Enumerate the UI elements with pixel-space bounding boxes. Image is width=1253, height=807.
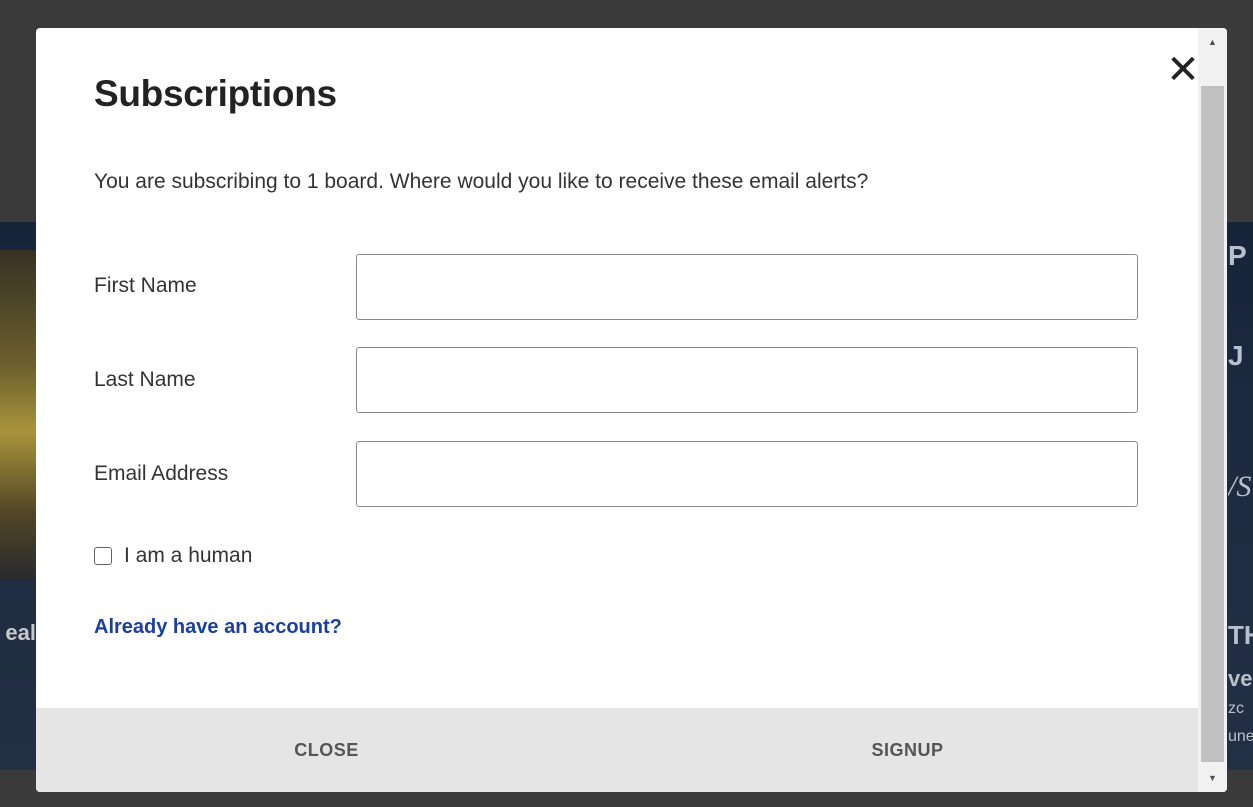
first-name-label: First Name bbox=[94, 274, 197, 297]
modal-title: Subscriptions bbox=[94, 73, 337, 114]
email-field[interactable] bbox=[356, 441, 1138, 507]
modal-footer: CLOSE SIGNUP bbox=[36, 708, 1198, 792]
background-text-fragment: eal bbox=[5, 620, 36, 645]
background-text-fragment: TH bbox=[1228, 620, 1253, 650]
background-text-fragment: P bbox=[1228, 240, 1247, 271]
background-text-fragment: J bbox=[1228, 340, 1244, 371]
already-have-account-link[interactable]: Already have an account? bbox=[94, 616, 342, 639]
subscriptions-modal: Subscriptions ✕ You are subscribing to 1… bbox=[36, 28, 1227, 792]
first-name-field[interactable] bbox=[356, 254, 1138, 320]
modal-scrollbar[interactable]: ▲ ▼ bbox=[1198, 28, 1227, 792]
modal-body: Subscriptions ✕ You are subscribing to 1… bbox=[36, 28, 1200, 792]
close-button[interactable]: CLOSE bbox=[36, 708, 617, 792]
background-text-fragment: zc bbox=[1228, 700, 1244, 717]
close-icon[interactable]: ✕ bbox=[1166, 50, 1200, 90]
scroll-down-icon[interactable]: ▼ bbox=[1198, 764, 1227, 792]
last-name-field[interactable] bbox=[356, 347, 1138, 413]
scrollbar-thumb[interactable] bbox=[1201, 86, 1224, 762]
human-checkbox[interactable] bbox=[94, 547, 112, 565]
signup-button[interactable]: SIGNUP bbox=[617, 708, 1198, 792]
last-name-label: Last Name bbox=[94, 368, 196, 391]
scroll-up-icon[interactable]: ▲ bbox=[1198, 28, 1227, 56]
human-checkbox-label[interactable]: I am a human bbox=[124, 544, 252, 568]
background-text-fragment: ve bbox=[1228, 666, 1253, 691]
background-image-strip bbox=[0, 250, 36, 580]
human-checkbox-row[interactable]: I am a human bbox=[94, 544, 252, 568]
intro-text: You are subscribing to 1 board. Where wo… bbox=[94, 170, 869, 193]
background-text-fragment: une bbox=[1228, 728, 1253, 745]
background-text-fragment: /S bbox=[1228, 470, 1252, 503]
email-address-label: Email Address bbox=[94, 462, 229, 485]
